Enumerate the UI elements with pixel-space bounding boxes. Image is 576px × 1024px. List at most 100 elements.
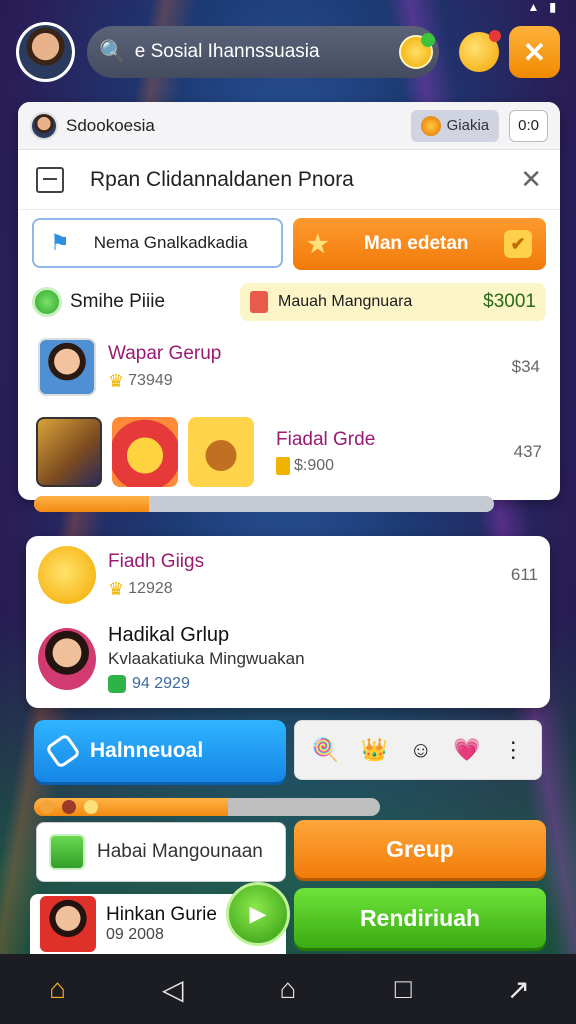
group-button[interactable]: Greup (294, 820, 546, 878)
reward-chip[interactable]: Mauah Mangnuara $3001 (240, 283, 546, 321)
modal-title: Rpan Clidannaldanen Pnora (90, 167, 354, 191)
group-card: Fiadh Giigs ♛ 12928 611 Hadikal Grlup Kvl… (26, 536, 550, 708)
list-item-sub: ♛ 73949 (108, 371, 221, 392)
home-icon[interactable]: ⌂ (33, 973, 83, 1005)
games-row-title: Fiadal Grde (276, 429, 376, 450)
back-icon[interactable]: ◁ (148, 973, 198, 1006)
user-avatar[interactable] (16, 22, 76, 82)
coin-badge-icon[interactable] (399, 33, 436, 69)
panel-header: Sdookoesia Giakia 0:0 (18, 102, 560, 150)
dot-icon (40, 800, 54, 814)
mini-avatar (30, 111, 58, 140)
panel-progress-bar (34, 496, 494, 512)
progress-fill (34, 496, 149, 512)
more-icon[interactable]: ⋮ (502, 737, 524, 763)
cash-icon (108, 675, 126, 693)
info-label: Smihe Piiie (70, 291, 166, 312)
close-x-icon: ✕ (522, 36, 547, 68)
avatar-face (19, 25, 73, 79)
player-avatar-2 (38, 627, 96, 690)
play-icon: ▶ (249, 901, 267, 926)
chip-avatar-icon (420, 115, 441, 136)
orange-button-label: Man edetan (364, 233, 469, 254)
top-bar: 🔍 e Sosial Ihannssuasia ✕ (16, 22, 560, 82)
emoji-avatar-icon (38, 546, 96, 604)
confirm-button[interactable]: Rendiriuah (294, 888, 546, 948)
games-row-value: 437 (513, 442, 542, 461)
bottom-card-sub: 09 2008 (106, 926, 164, 943)
info-box-label: Habai Mangounaan (97, 841, 263, 862)
games-row-text: Fiadal Grde $:900 (276, 429, 375, 475)
main-panel: Sdookoesia Giakia 0:0 Rpan Clidannaldane… (18, 102, 560, 500)
search-icon: 🔍 (99, 39, 127, 64)
bag-icon (276, 457, 290, 475)
share-icon[interactable]: ↗ (493, 973, 543, 1006)
list-item-score: 73949 (128, 372, 173, 389)
house-icon[interactable]: ⌂ (263, 973, 313, 1005)
crown-emoji-icon[interactable]: 👑 (361, 737, 388, 763)
top-action-button[interactable]: ✕ (508, 26, 560, 78)
list-item-value: $34 (511, 357, 540, 376)
document-icon (36, 166, 64, 193)
games-row: Fiadal Grde $:900 437 (18, 412, 560, 492)
emoji-notification-icon[interactable] (459, 30, 501, 72)
bottom-card-title: Hinkan Gurie (106, 904, 217, 925)
recents-icon[interactable]: □ (378, 973, 428, 1005)
games-row-sub: $:900 (276, 457, 375, 475)
bottom-navbar: ⌂ ◁ ⌂ □ ↗ (0, 954, 576, 1024)
tick-icon: ✔ (504, 230, 532, 258)
panel-header-title: Sdookoesia (66, 115, 155, 135)
crown-icon: ♛ (108, 578, 125, 599)
play-button[interactable]: ▶ (226, 882, 290, 946)
search-text: e Sosial Ihannssuasia (134, 41, 320, 62)
games-row-price: $:900 (294, 457, 335, 474)
group-row[interactable]: Fiadh Giigs ♛ 12928 611 (26, 536, 550, 614)
info-row: Smihe Piiie Mauah Mangnuara $3001 (18, 278, 560, 326)
giakia-chip[interactable]: Giakia (410, 109, 500, 142)
reward-label: Mauah Mangnuara (278, 293, 413, 310)
list-item[interactable]: Wapar Gerup ♛ 73949 $34 (18, 332, 560, 402)
blue-action-button[interactable]: Halnneuoal (34, 720, 286, 782)
game-tile-adventure[interactable] (36, 417, 102, 487)
dot-icon (62, 800, 76, 814)
group-sub: ♛ 12928 (108, 579, 204, 600)
blue-button-label: Halnneuoal (90, 739, 204, 762)
group-value: 611 (510, 565, 538, 584)
reward-amount: $3001 (483, 291, 536, 312)
modal-header: Rpan Clidannaldanen Pnora ✕ (18, 150, 560, 210)
signal-icon: ▲ (527, 0, 540, 14)
outline-button-label: Nema Gnalkadkadia (93, 233, 248, 252)
list-item-text: Wapar Gerup ♛ 73949 (108, 343, 221, 392)
player-avatar (38, 338, 96, 396)
chip-label: Giakia (446, 117, 490, 134)
group-row-2-text: Hadikal Grlup Kvlaakatiuka Mingwuakan 94… (108, 624, 305, 693)
bottom-card-text: Hinkan Gurie 09 2008 (96, 904, 217, 944)
close-icon[interactable]: ✕ (520, 164, 542, 195)
group-title: Fiadh Giigs (108, 550, 205, 572)
game-tile-gift[interactable] (112, 417, 178, 487)
group-2-title: Hadikal Grlup (108, 624, 230, 646)
orange-action-button[interactable]: ★ Man edetan ✔ (293, 218, 546, 270)
list-item-title: Wapar Gerup (108, 342, 222, 364)
star-icon: ★ (307, 230, 329, 258)
group-2-amount-row: 94 2929 (108, 675, 305, 693)
timer-counter: 0:0 (509, 109, 548, 142)
smile-icon[interactable]: ☺ (409, 737, 431, 763)
flag-icon: ⚑ (50, 230, 70, 255)
game-tile-cookie[interactable] (188, 417, 254, 487)
bag-icon (250, 291, 268, 313)
outline-button[interactable]: ⚑ Nema Gnalkadkadia (32, 218, 284, 268)
search-bar[interactable]: 🔍 e Sosial Ihannssuasia (87, 26, 440, 78)
progress-dots (40, 800, 98, 814)
group-row-2[interactable]: Hadikal Grlup Kvlaakatiuka Mingwuakan 94… (26, 614, 550, 703)
group-2-amount: 94 2929 (132, 675, 190, 692)
heart-icon[interactable]: 💗 (453, 737, 480, 763)
dot-icon (84, 800, 98, 814)
status-bar: ▲ ▮ (528, 0, 557, 14)
lollipop-icon[interactable]: 🍭 (312, 737, 339, 763)
info-box[interactable]: Habai Mangounaan (36, 822, 286, 882)
group-score: 12928 (128, 580, 173, 597)
player-avatar-3 (40, 896, 96, 952)
group-row-text: Fiadh Giigs ♛ 12928 (108, 551, 204, 600)
green-item-icon (49, 834, 85, 870)
